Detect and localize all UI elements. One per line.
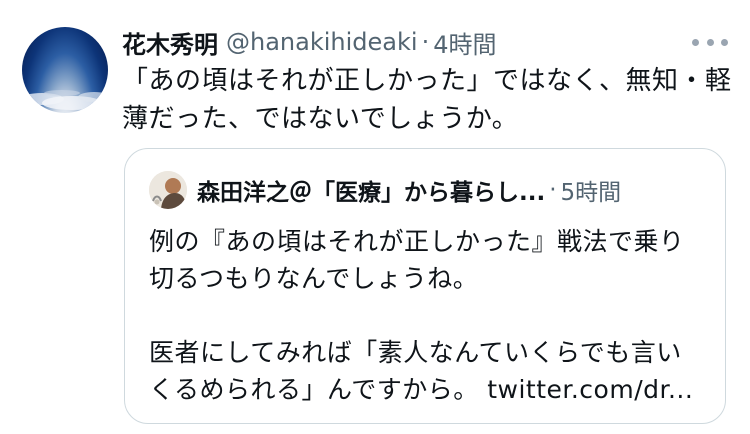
person-photo-icon xyxy=(149,171,187,209)
more-dot xyxy=(692,38,699,46)
more-dot xyxy=(706,38,714,46)
quoted-timestamp[interactable]: 5時間 xyxy=(561,173,622,207)
separator-dot: · xyxy=(421,28,430,56)
tweet-text-line: 「あの頃はそれが正しかった」ではなく、無知・軽 xyxy=(122,66,732,96)
more-horizontal-icon[interactable] xyxy=(692,30,728,54)
tweet-text: 「あの頃はそれが正しかった」ではなく、無知・軽 薄だった、ではないでしょうか。 xyxy=(122,62,732,138)
quoted-tweet-header: 森田洋之＠「医療」から暮らし... · 5時間 xyxy=(197,173,705,207)
tweet-header: 花木秀明 @hanakihideaki · 4時間 xyxy=(122,24,730,60)
sky-cloud-image xyxy=(22,90,108,110)
display-name[interactable]: 花木秀明 xyxy=(122,25,218,60)
quoted-tweet-card[interactable]: 森田洋之＠「医療」から暮らし... · 5時間 例の『あの頃はそれが正しかった』… xyxy=(124,148,726,424)
more-dot xyxy=(721,38,728,46)
tweet[interactable]: 花木秀明 @hanakihideaki · 4時間 「あの頃はそれが正しかった」… xyxy=(0,0,750,434)
quoted-avatar xyxy=(149,171,187,209)
quoted-text-line: くるめられる」んですから。 twitter.com/dr... xyxy=(149,375,694,404)
quoted-text-line: 医者にしてみれば「素人なんていくらでも言い xyxy=(149,338,682,367)
quoted-display-name[interactable]: 森田洋之＠「医療」から暮らし... xyxy=(197,173,545,207)
timestamp[interactable]: 4時間 xyxy=(433,25,496,60)
quoted-text-line: 切るつもりなんでしょうね。 xyxy=(149,264,479,293)
quoted-tweet-text: 例の『あの頃はそれが正しかった』戦法で乗り 切るつもりなんでしょうね。 医者にし… xyxy=(149,223,709,408)
quoted-text-line: 例の『あの頃はそれが正しかった』戦法で乗り xyxy=(149,227,685,256)
user-handle[interactable]: @hanakihideaki xyxy=(226,28,418,56)
tweet-text-line: 薄だった、ではないでしょうか。 xyxy=(122,104,519,134)
separator-dot: · xyxy=(549,177,557,203)
avatar[interactable] xyxy=(22,27,108,113)
